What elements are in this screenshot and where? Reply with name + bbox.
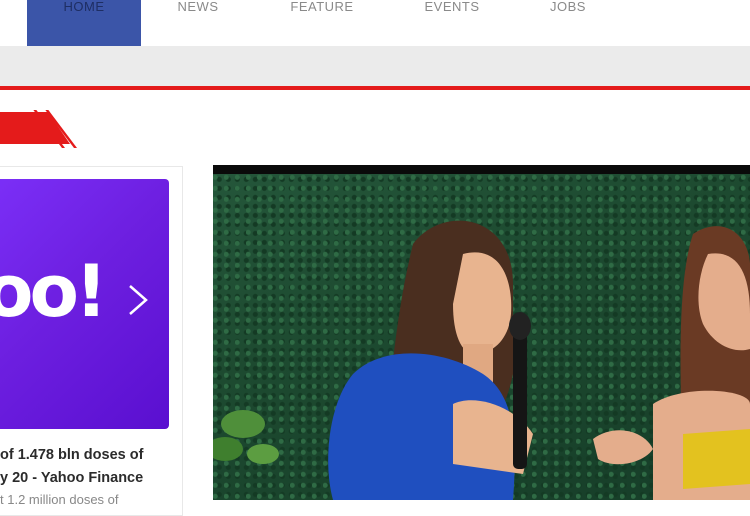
news-card-title[interactable]: of 1.478 bln doses of y 20 - Yahoo Finan…	[0, 444, 170, 490]
chevron-right-icon[interactable]	[124, 284, 152, 316]
nav-item-label: EVENTS	[424, 0, 480, 14]
video-frame[interactable]	[213, 174, 750, 500]
video-scene	[213, 220, 750, 500]
nav-item-home[interactable]: HOME	[27, 0, 141, 46]
nav-item-jobs[interactable]: JOBS	[545, 0, 591, 46]
secondary-bar	[0, 46, 750, 86]
top-navigation: HOME NEWS FEATURE EVENTS JOBS	[0, 0, 750, 46]
news-card-title-line: y 20 - Yahoo Finance	[0, 470, 144, 486]
news-card-excerpt: t 1.2 million doses of	[0, 492, 119, 507]
nav-item-news[interactable]: NEWS	[168, 0, 228, 46]
yahoo-logo: oo!	[0, 249, 108, 333]
news-card-title-line: of 1.478 bln doses of	[0, 447, 144, 463]
nav-item-label: HOME	[63, 0, 105, 14]
nav-item-label: FEATURE	[290, 0, 354, 14]
nav-item-label: NEWS	[177, 0, 219, 14]
video-player[interactable]	[213, 165, 750, 500]
nav-item-label: JOBS	[550, 0, 586, 14]
nav-item-events[interactable]: EVENTS	[418, 0, 486, 46]
section-divider	[0, 86, 750, 90]
nav-item-feature[interactable]: FEATURE	[282, 0, 362, 46]
